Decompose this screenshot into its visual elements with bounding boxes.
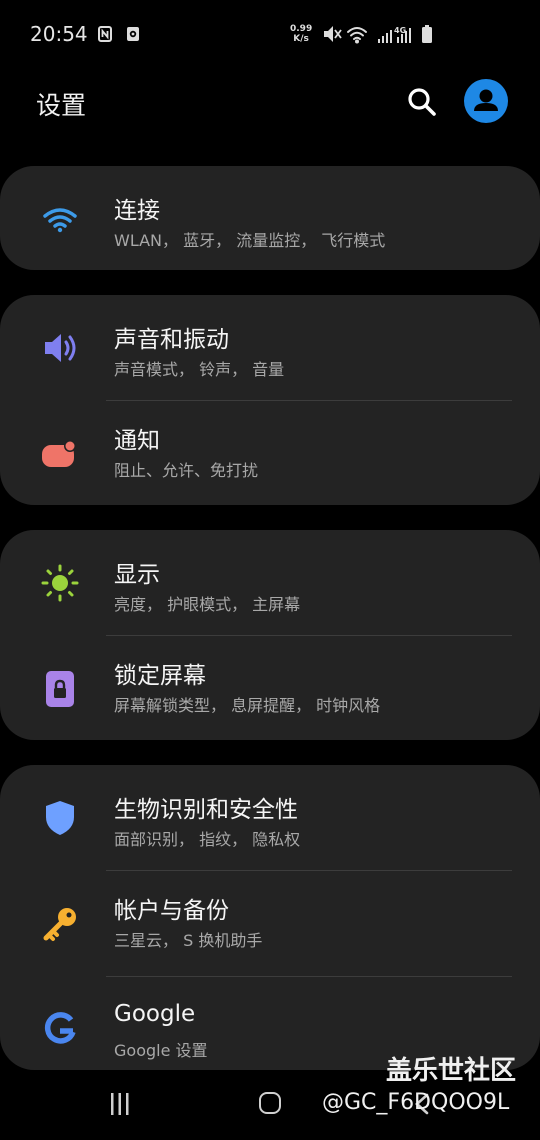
watermark-username: @GC_F6DQOO9L: [322, 1090, 510, 1115]
settings-item-display[interactable]: 显示 亮度， 护眼模式， 主屏幕: [0, 530, 540, 636]
page-title: 设置: [36, 91, 87, 120]
settings-item-lock-screen[interactable]: 锁定屏幕 屏幕解锁类型， 息屏提醒， 时钟风格: [0, 636, 540, 742]
notification-icon: [40, 434, 80, 474]
item-summary: 面部识别， 指纹， 隐私权: [114, 830, 301, 849]
network-speed-value: 0.99: [290, 24, 313, 34]
person-icon: [474, 89, 498, 111]
lock-icon: [40, 669, 80, 709]
volume-icon: [40, 328, 80, 368]
network-type: 4G: [394, 26, 406, 35]
item-summary: Google 设置: [114, 1041, 208, 1060]
settings-item-biometrics[interactable]: 生物识别和安全性 面部识别， 指纹， 隐私权: [0, 765, 540, 871]
status-bar: 20:54 0.99 K/s 4G: [0, 0, 540, 72]
google-icon: [40, 1010, 80, 1050]
wifi-icon: [40, 199, 80, 239]
recents-icon[interactable]: [108, 1092, 132, 1116]
network-speed-unit: K/s: [293, 34, 309, 44]
item-label: 帐户与备份: [114, 898, 229, 924]
item-label: 通知: [114, 428, 160, 454]
wifi-icon: [347, 27, 367, 44]
item-label: 生物识别和安全性: [114, 797, 298, 823]
settings-card-sound: 声音和振动 声音模式， 铃声， 音量 通知 阻止、允许、免打扰: [0, 295, 540, 505]
key-icon: [40, 904, 80, 944]
settings-card-display: 显示 亮度， 护眼模式， 主屏幕 锁定屏幕 屏幕解锁类型， 息屏提醒， 时钟风格: [0, 530, 540, 740]
signal-icon: [378, 30, 392, 43]
screen-record-icon: [127, 27, 139, 41]
settings-item-notifications[interactable]: 通知 阻止、允许、免打扰: [0, 401, 540, 507]
watermark-logo: 盖乐世社区: [386, 1056, 517, 1086]
item-label: 声音和振动: [114, 327, 229, 353]
item-summary: 三星云， S 换机助手: [114, 931, 263, 950]
item-label: Google: [114, 1001, 196, 1027]
item-summary: 亮度， 护眼模式， 主屏幕: [114, 595, 301, 614]
status-right-icons: 4G: [324, 25, 432, 44]
network-speed: 0.99 K/s: [290, 24, 312, 44]
status-time: 20:54: [30, 22, 88, 46]
item-summary: 屏幕解锁类型， 息屏提醒， 时钟风格: [114, 696, 381, 715]
brightness-icon: [40, 563, 80, 603]
settings-item-accounts-backup[interactable]: 帐户与备份 三星云， S 换机助手: [0, 871, 540, 977]
account-avatar[interactable]: [464, 79, 508, 123]
battery-icon: [422, 25, 432, 43]
settings-card-security: 生物识别和安全性 面部识别， 指纹， 隐私权 帐户与备份 三星云， S 换机助手…: [0, 765, 540, 1070]
search-icon[interactable]: [404, 84, 440, 120]
settings-header: 设置: [0, 72, 540, 142]
item-summary: 阻止、允许、免打扰: [114, 461, 259, 480]
item-summary: 声音模式， 铃声， 音量: [114, 360, 285, 379]
item-summary: WLAN， 蓝牙， 流量监控， 飞行模式: [114, 231, 386, 250]
item-label: 锁定屏幕: [114, 663, 206, 689]
nfc-icon: [98, 26, 112, 42]
settings-item-connections[interactable]: 连接 WLAN， 蓝牙， 流量监控， 飞行模式: [0, 166, 540, 272]
mute-icon: [324, 26, 342, 42]
item-label: 连接: [114, 198, 160, 224]
settings-item-sound[interactable]: 声音和振动 声音模式， 铃声， 音量: [0, 295, 540, 401]
home-button[interactable]: [259, 1092, 281, 1114]
settings-card-connections: 连接 WLAN， 蓝牙， 流量监控， 飞行模式: [0, 166, 540, 270]
item-label: 显示: [114, 562, 160, 588]
shield-icon: [40, 798, 80, 838]
